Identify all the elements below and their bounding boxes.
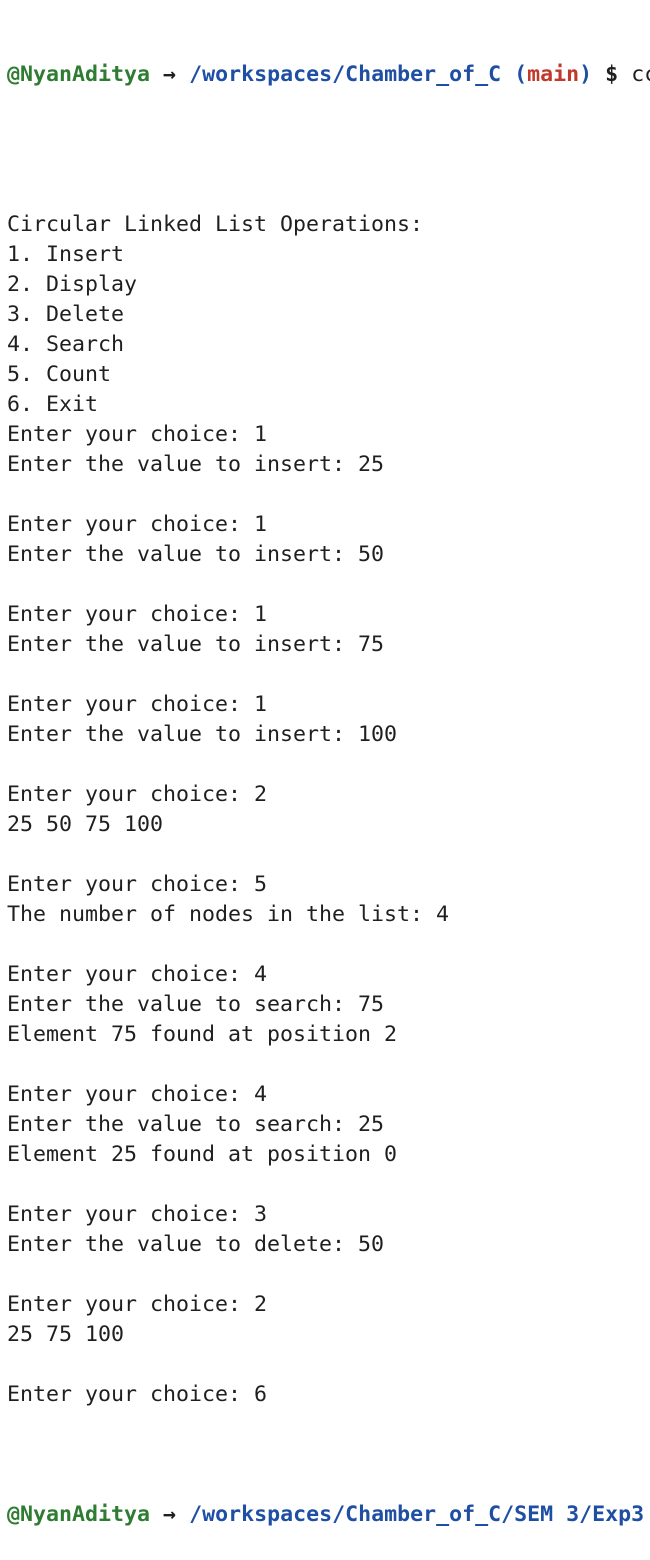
output-line: Enter the value to insert: 100: [7, 722, 398, 747]
branch-open-paren: (: [514, 62, 528, 87]
output-line: Enter your choice: 1: [7, 512, 268, 537]
prompt-arrow-icon: →: [163, 1502, 177, 1527]
output-line: 6. Exit: [7, 392, 99, 417]
output-line: 5. Count: [7, 362, 112, 387]
shell-prompt-top: @NyanAditya → /workspaces/Chamber_of_C (…: [7, 60, 650, 90]
output-line: Enter the value to search: 75: [7, 992, 385, 1017]
output-line: 2. Display: [7, 272, 138, 297]
output-line: Circular Linked List Operations:: [7, 212, 424, 237]
git-branch: main: [527, 62, 580, 87]
prompt-arrow-icon: →: [163, 62, 177, 87]
terminal-output[interactable]: @NyanAditya → /workspaces/Chamber_of_C (…: [7, 0, 650, 1560]
prompt-dollar: $: [605, 62, 619, 87]
output-line: Enter your choice: 1: [7, 602, 268, 627]
output-line: Enter the value to delete: 50: [7, 1232, 385, 1257]
output-line: Enter the value to insert: 75: [7, 632, 385, 657]
output-line: Enter your choice: 2: [7, 782, 268, 807]
output-line: Element 25 found at position 0: [7, 1142, 398, 1167]
output-line: 25 75 100: [7, 1322, 125, 1347]
output-line: Enter your choice: 1: [7, 692, 268, 717]
typed-command: cc: [631, 62, 650, 87]
output-line: Enter your choice: 4: [7, 1082, 268, 1107]
prompt-user: @NyanAditya: [7, 62, 151, 87]
output-line: Enter your choice: 5: [7, 872, 268, 897]
output-line: Enter your choice: 1: [7, 422, 268, 447]
prompt-user: @NyanAditya: [7, 1502, 151, 1527]
output-line: The number of nodes in the list: 4: [7, 902, 450, 927]
output-line: Element 75 found at position 2: [7, 1022, 398, 1047]
prompt-path: /workspaces/Chamber_of_C: [189, 62, 502, 87]
output-line: Enter the value to insert: 25: [7, 452, 385, 477]
branch-close-paren: ): [579, 62, 593, 87]
output-line: Enter your choice: 2: [7, 1292, 268, 1317]
prompt-path: /workspaces/Chamber_of_C/SEM 3/Exp3: [189, 1502, 645, 1527]
output-line: Enter your choice: 4: [7, 962, 268, 987]
output-line: 3. Delete: [7, 302, 125, 327]
output-line: 25 50 75 100: [7, 812, 164, 837]
output-line: Enter the value to insert: 50: [7, 542, 385, 567]
output-line: Enter your choice: 6: [7, 1382, 268, 1407]
output-line: Enter the value to search: 25: [7, 1112, 385, 1137]
output-line: Enter your choice: 3: [7, 1202, 268, 1227]
program-output: Circular Linked List Operations: 1. Inser…: [7, 180, 650, 1410]
output-line: 4. Search: [7, 332, 125, 357]
output-line: 1. Insert: [7, 242, 125, 267]
shell-prompt-bottom: @NyanAditya → /workspaces/Chamber_of_C/S…: [7, 1500, 650, 1530]
